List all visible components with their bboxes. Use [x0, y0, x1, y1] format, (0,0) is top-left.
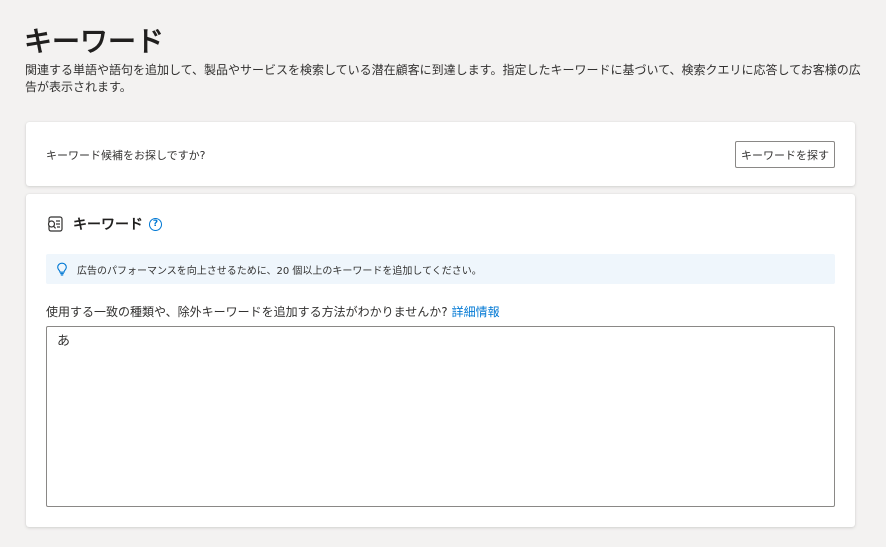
- keyword-tip-banner: 広告のパフォーマンスを向上させるために、20 個以上のキーワードを追加してくださ…: [46, 254, 835, 284]
- keywords-card: キーワード ? 広告のパフォーマンスを向上させるために、20 個以上のキーワード…: [26, 194, 855, 527]
- keywords-section-title: キーワード: [73, 217, 143, 233]
- help-circle-icon[interactable]: ?: [149, 217, 162, 231]
- keyword-list-icon: [47, 216, 63, 232]
- keyword-tip-text: 広告のパフォーマンスを向上させるために、20 個以上のキーワードを追加してくださ…: [77, 265, 482, 277]
- match-type-hint: 使用する一致の種類や、除外キーワードを追加する方法がわかりませんか? 詳細情報: [46, 303, 500, 320]
- find-keywords-button[interactable]: キーワードを探す: [735, 141, 835, 168]
- keywords-section-header: キーワード ?: [46, 214, 162, 234]
- lightbulb-icon: [57, 262, 67, 276]
- find-keywords-card: キーワード候補をお探しですか? キーワードを探す: [26, 122, 855, 186]
- page-description: 関連する単語や語句を追加して、製品やサービスを検索している潜在顧客に到達します。…: [25, 63, 861, 94]
- keywords-input[interactable]: あ: [46, 326, 835, 507]
- match-type-hint-text: 使用する一致の種類や、除外キーワードを追加する方法がわかりませんか?: [46, 305, 448, 319]
- page-title: キーワード: [24, 25, 165, 58]
- learn-more-link[interactable]: 詳細情報: [452, 305, 500, 319]
- find-keywords-question: キーワード候補をお探しですか?: [46, 149, 206, 162]
